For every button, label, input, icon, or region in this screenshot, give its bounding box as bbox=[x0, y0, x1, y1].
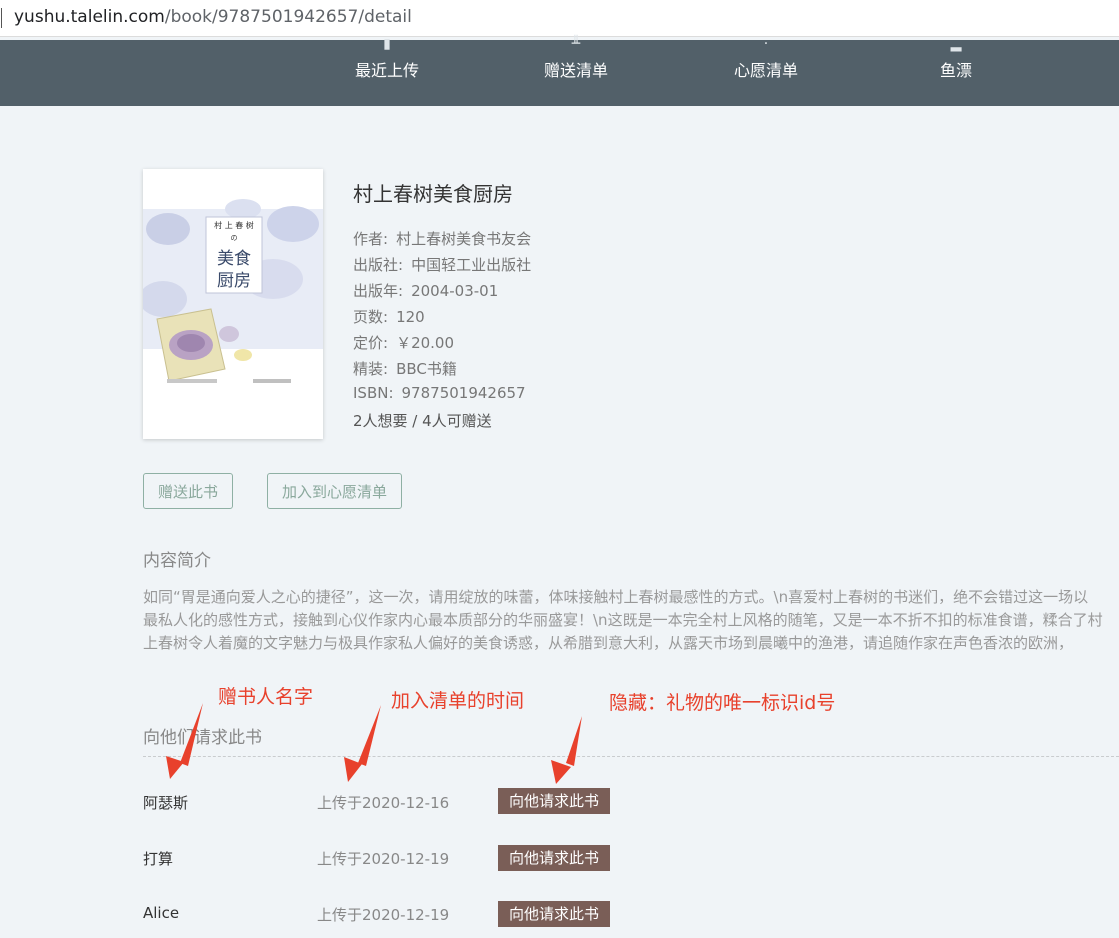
arrow-shaft-2 bbox=[358, 705, 381, 766]
arrow-shaft-1 bbox=[180, 703, 203, 766]
annotation-arrows bbox=[166, 703, 582, 784]
arrow-shaft-3 bbox=[566, 716, 582, 766]
arrow-head-1 bbox=[166, 756, 184, 779]
